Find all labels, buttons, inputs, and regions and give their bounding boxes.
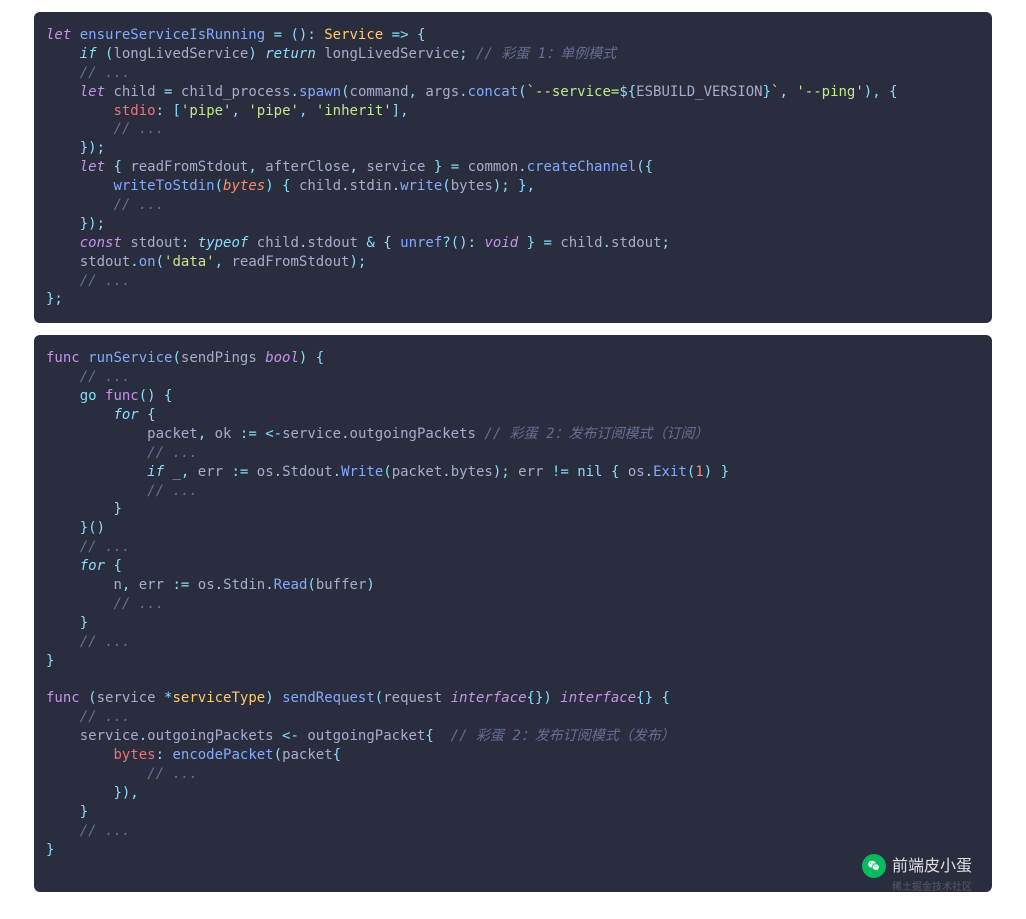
code-line: // ... <box>34 368 992 387</box>
code-line: n, err := os.Stdin.Read(buffer) <box>34 576 992 595</box>
code-line: const stdout: typeof child.stdout & { un… <box>34 234 992 253</box>
code-line <box>34 671 992 690</box>
code-line: // ... <box>34 272 992 291</box>
code-line: stdio: ['pipe', 'pipe', 'inherit'], <box>34 102 992 121</box>
code-line: } <box>34 500 992 519</box>
code-block-2: func runService(sendPings bool) { // ...… <box>34 335 992 892</box>
code-line: bytes: encodePacket(packet{ <box>34 746 992 765</box>
code-line: } <box>34 614 992 633</box>
code-line: // ... <box>34 444 992 463</box>
code-line: // ... <box>34 482 992 501</box>
code-line: // ... <box>34 595 992 614</box>
code-line: } <box>34 652 992 671</box>
watermark-text: 前端皮小蛋 <box>892 856 972 878</box>
code-line: }); <box>34 215 992 234</box>
code-line: service.outgoingPackets <- outgoingPacke… <box>34 727 992 746</box>
code-line: for { <box>34 406 992 425</box>
code-line: // ... <box>34 64 992 83</box>
code-line: // ... <box>34 822 992 841</box>
code-line: let child = child_process.spawn(command,… <box>34 83 992 102</box>
code-line: func (service *serviceType) sendRequest(… <box>34 689 992 708</box>
code-block-1: let ensureServiceIsRunning = (): Service… <box>34 12 992 323</box>
code-line: stdout.on('data', readFromStdout); <box>34 253 992 272</box>
code-line: writeToStdin(bytes) { child.stdin.write(… <box>34 177 992 196</box>
code-line: } <box>34 803 992 822</box>
code-line: // ... <box>34 120 992 139</box>
code-line: } <box>34 841 992 860</box>
code-line: }); <box>34 139 992 158</box>
code-line: if (longLivedService) return longLivedSe… <box>34 45 992 64</box>
code-line: }), <box>34 784 992 803</box>
code-line: let ensureServiceIsRunning = (): Service… <box>34 26 992 45</box>
code-line: for { <box>34 557 992 576</box>
code-line: // ... <box>34 633 992 652</box>
code-line: let { readFromStdout, afterClose, servic… <box>34 158 992 177</box>
code-line: if _, err := os.Stdout.Write(packet.byte… <box>34 463 992 482</box>
code-line: // ... <box>34 196 992 215</box>
watermark-subtext: 稀土掘金技术社区 <box>892 881 972 893</box>
code-line: packet, ok := <-service.outgoingPackets … <box>34 425 992 444</box>
code-line: }() <box>34 519 992 538</box>
code-line: go func() { <box>34 387 992 406</box>
code-line: // ... <box>34 538 992 557</box>
code-line: func runService(sendPings bool) { <box>34 349 992 368</box>
code-line: }; <box>34 290 992 309</box>
code-line: // ... <box>34 708 992 727</box>
code-line: // ... <box>34 765 992 784</box>
